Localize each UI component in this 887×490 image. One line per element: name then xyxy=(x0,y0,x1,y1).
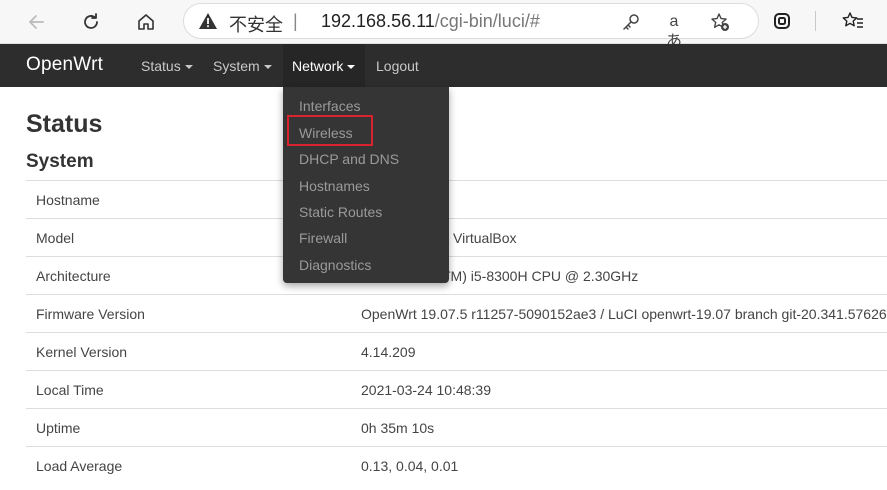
menu-logout-label: Logout xyxy=(376,58,419,74)
row-key: Architecture xyxy=(36,268,111,284)
table-row: Local Time 2021-03-24 10:48:39 xyxy=(26,370,887,408)
address-separator: | xyxy=(293,11,298,31)
row-value: 2021-03-24 10:48:39 xyxy=(361,382,491,398)
page-title: Status xyxy=(26,110,103,138)
row-key: Kernel Version xyxy=(36,344,128,360)
menu-system-label: System xyxy=(213,58,260,74)
row-value: VirtualBox xyxy=(453,230,517,246)
section-title: System xyxy=(26,151,94,172)
row-key: Model xyxy=(36,230,75,246)
menu-logout[interactable]: Logout xyxy=(376,58,419,74)
back-icon[interactable] xyxy=(21,7,51,37)
table-row: Kernel Version 4.14.209 xyxy=(26,332,887,370)
caret-down-icon xyxy=(263,65,272,70)
menu-status[interactable]: Status xyxy=(141,58,193,74)
warning-icon[interactable] xyxy=(198,11,218,31)
caret-down-icon xyxy=(347,65,356,70)
row-value: TM) i5-8300H CPU @ 2.30GHz xyxy=(442,268,639,284)
row-key: Firmware Version xyxy=(36,306,145,322)
key-icon[interactable] xyxy=(621,12,641,32)
browser-toolbar: 不安全 | 192.168.56.11/cgi-bin/luci/# aあ xyxy=(0,0,887,50)
url-path: /cgi-bin/luci/# xyxy=(434,11,540,31)
dropdown-item-static-routes[interactable]: Static Routes xyxy=(299,204,382,220)
dropdown-item-diagnostics[interactable]: Diagnostics xyxy=(299,257,371,273)
row-key: Uptime xyxy=(36,420,81,436)
wireless-highlight-box xyxy=(287,115,373,146)
row-value: 0h 35m 10s xyxy=(361,420,435,436)
table-row: Architecture TM) i5-8300H CPU @ 2.30GHz xyxy=(26,256,887,294)
luci-header xyxy=(0,44,887,87)
menu-network[interactable]: Network xyxy=(292,58,356,74)
home-icon[interactable] xyxy=(131,7,161,37)
address-bar[interactable]: 不安全 | 192.168.56.11/cgi-bin/luci/# aあ xyxy=(183,3,759,50)
add-favorite-icon[interactable] xyxy=(710,12,730,32)
dropdown-item-hostnames[interactable]: Hostnames xyxy=(299,178,370,194)
row-key: Local Time xyxy=(36,382,104,398)
caret-down-icon xyxy=(184,65,193,70)
row-key: Hostname xyxy=(36,192,100,208)
row-value: OpenWrt 19.07.5 r11257-5090152ae3 / LuCI… xyxy=(361,306,887,322)
system-info-table: Hostname Model VirtualBox Architecture TM)… xyxy=(26,180,887,484)
dropdown-item-dhcp-dns[interactable]: DHCP and DNS xyxy=(299,151,399,167)
table-row: Model VirtualBox xyxy=(26,218,887,256)
favorites-icon[interactable] xyxy=(841,9,865,33)
menu-status-label: Status xyxy=(141,58,181,74)
table-row: Hostname xyxy=(26,180,887,218)
row-key: Load Average xyxy=(36,458,123,474)
dropdown-item-firewall[interactable]: Firewall xyxy=(299,230,347,246)
menu-network-label: Network xyxy=(292,58,344,74)
row-value: 0.13, 0.04, 0.01 xyxy=(361,458,459,474)
row-value: 4.14.209 xyxy=(361,344,416,360)
collections-icon[interactable] xyxy=(770,9,794,33)
insecure-label: 不安全 xyxy=(229,15,283,36)
refresh-icon[interactable] xyxy=(76,7,106,37)
url-text[interactable]: 192.168.56.11/cgi-bin/luci/# xyxy=(321,11,540,32)
table-row: Uptime 0h 35m 10s xyxy=(26,408,887,446)
url-host: 192.168.56.11 xyxy=(321,11,435,31)
brand-logo[interactable]: OpenWrt xyxy=(26,54,103,76)
read-aloud-icon[interactable]: aあ xyxy=(664,12,684,50)
menu-system[interactable]: System xyxy=(213,58,272,74)
table-row: Load Average 0.13, 0.04, 0.01 xyxy=(26,446,887,484)
table-row: Firmware Version OpenWrt 19.07.5 r11257-5… xyxy=(26,294,887,332)
toolbar-divider xyxy=(815,11,816,31)
dropdown-item-interfaces[interactable]: Interfaces xyxy=(299,98,360,114)
